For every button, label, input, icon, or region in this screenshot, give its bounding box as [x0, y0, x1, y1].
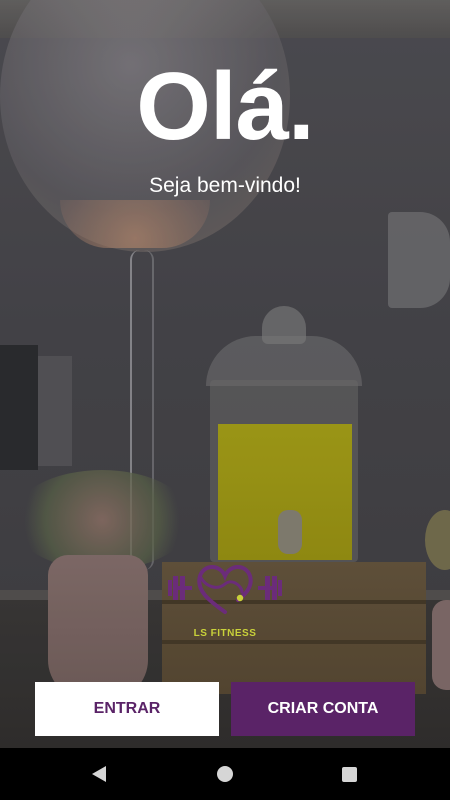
home-circle-icon: [217, 766, 233, 782]
greeting-title: Olá.: [136, 53, 314, 160]
welcome-screen: Olá. Seja bem-vindo! LS FITNESS ENTRAR C…: [0, 0, 450, 800]
brand-logo: LS FITNESS: [166, 560, 284, 644]
system-navigation-bar: [0, 748, 450, 800]
brand-name: LS FITNESS: [193, 628, 257, 639]
login-button[interactable]: ENTRAR: [35, 682, 219, 736]
heart-dumbbell-logo-icon: [168, 565, 282, 614]
nav-recents-button[interactable]: [319, 748, 379, 800]
recents-square-icon: [341, 766, 357, 782]
nav-back-button[interactable]: [69, 748, 129, 800]
back-triangle-icon: [92, 766, 106, 782]
create-account-button[interactable]: CRIAR CONTA: [231, 682, 415, 736]
nav-home-button[interactable]: [195, 748, 255, 800]
welcome-subtitle: Seja bem-vindo!: [149, 174, 301, 197]
